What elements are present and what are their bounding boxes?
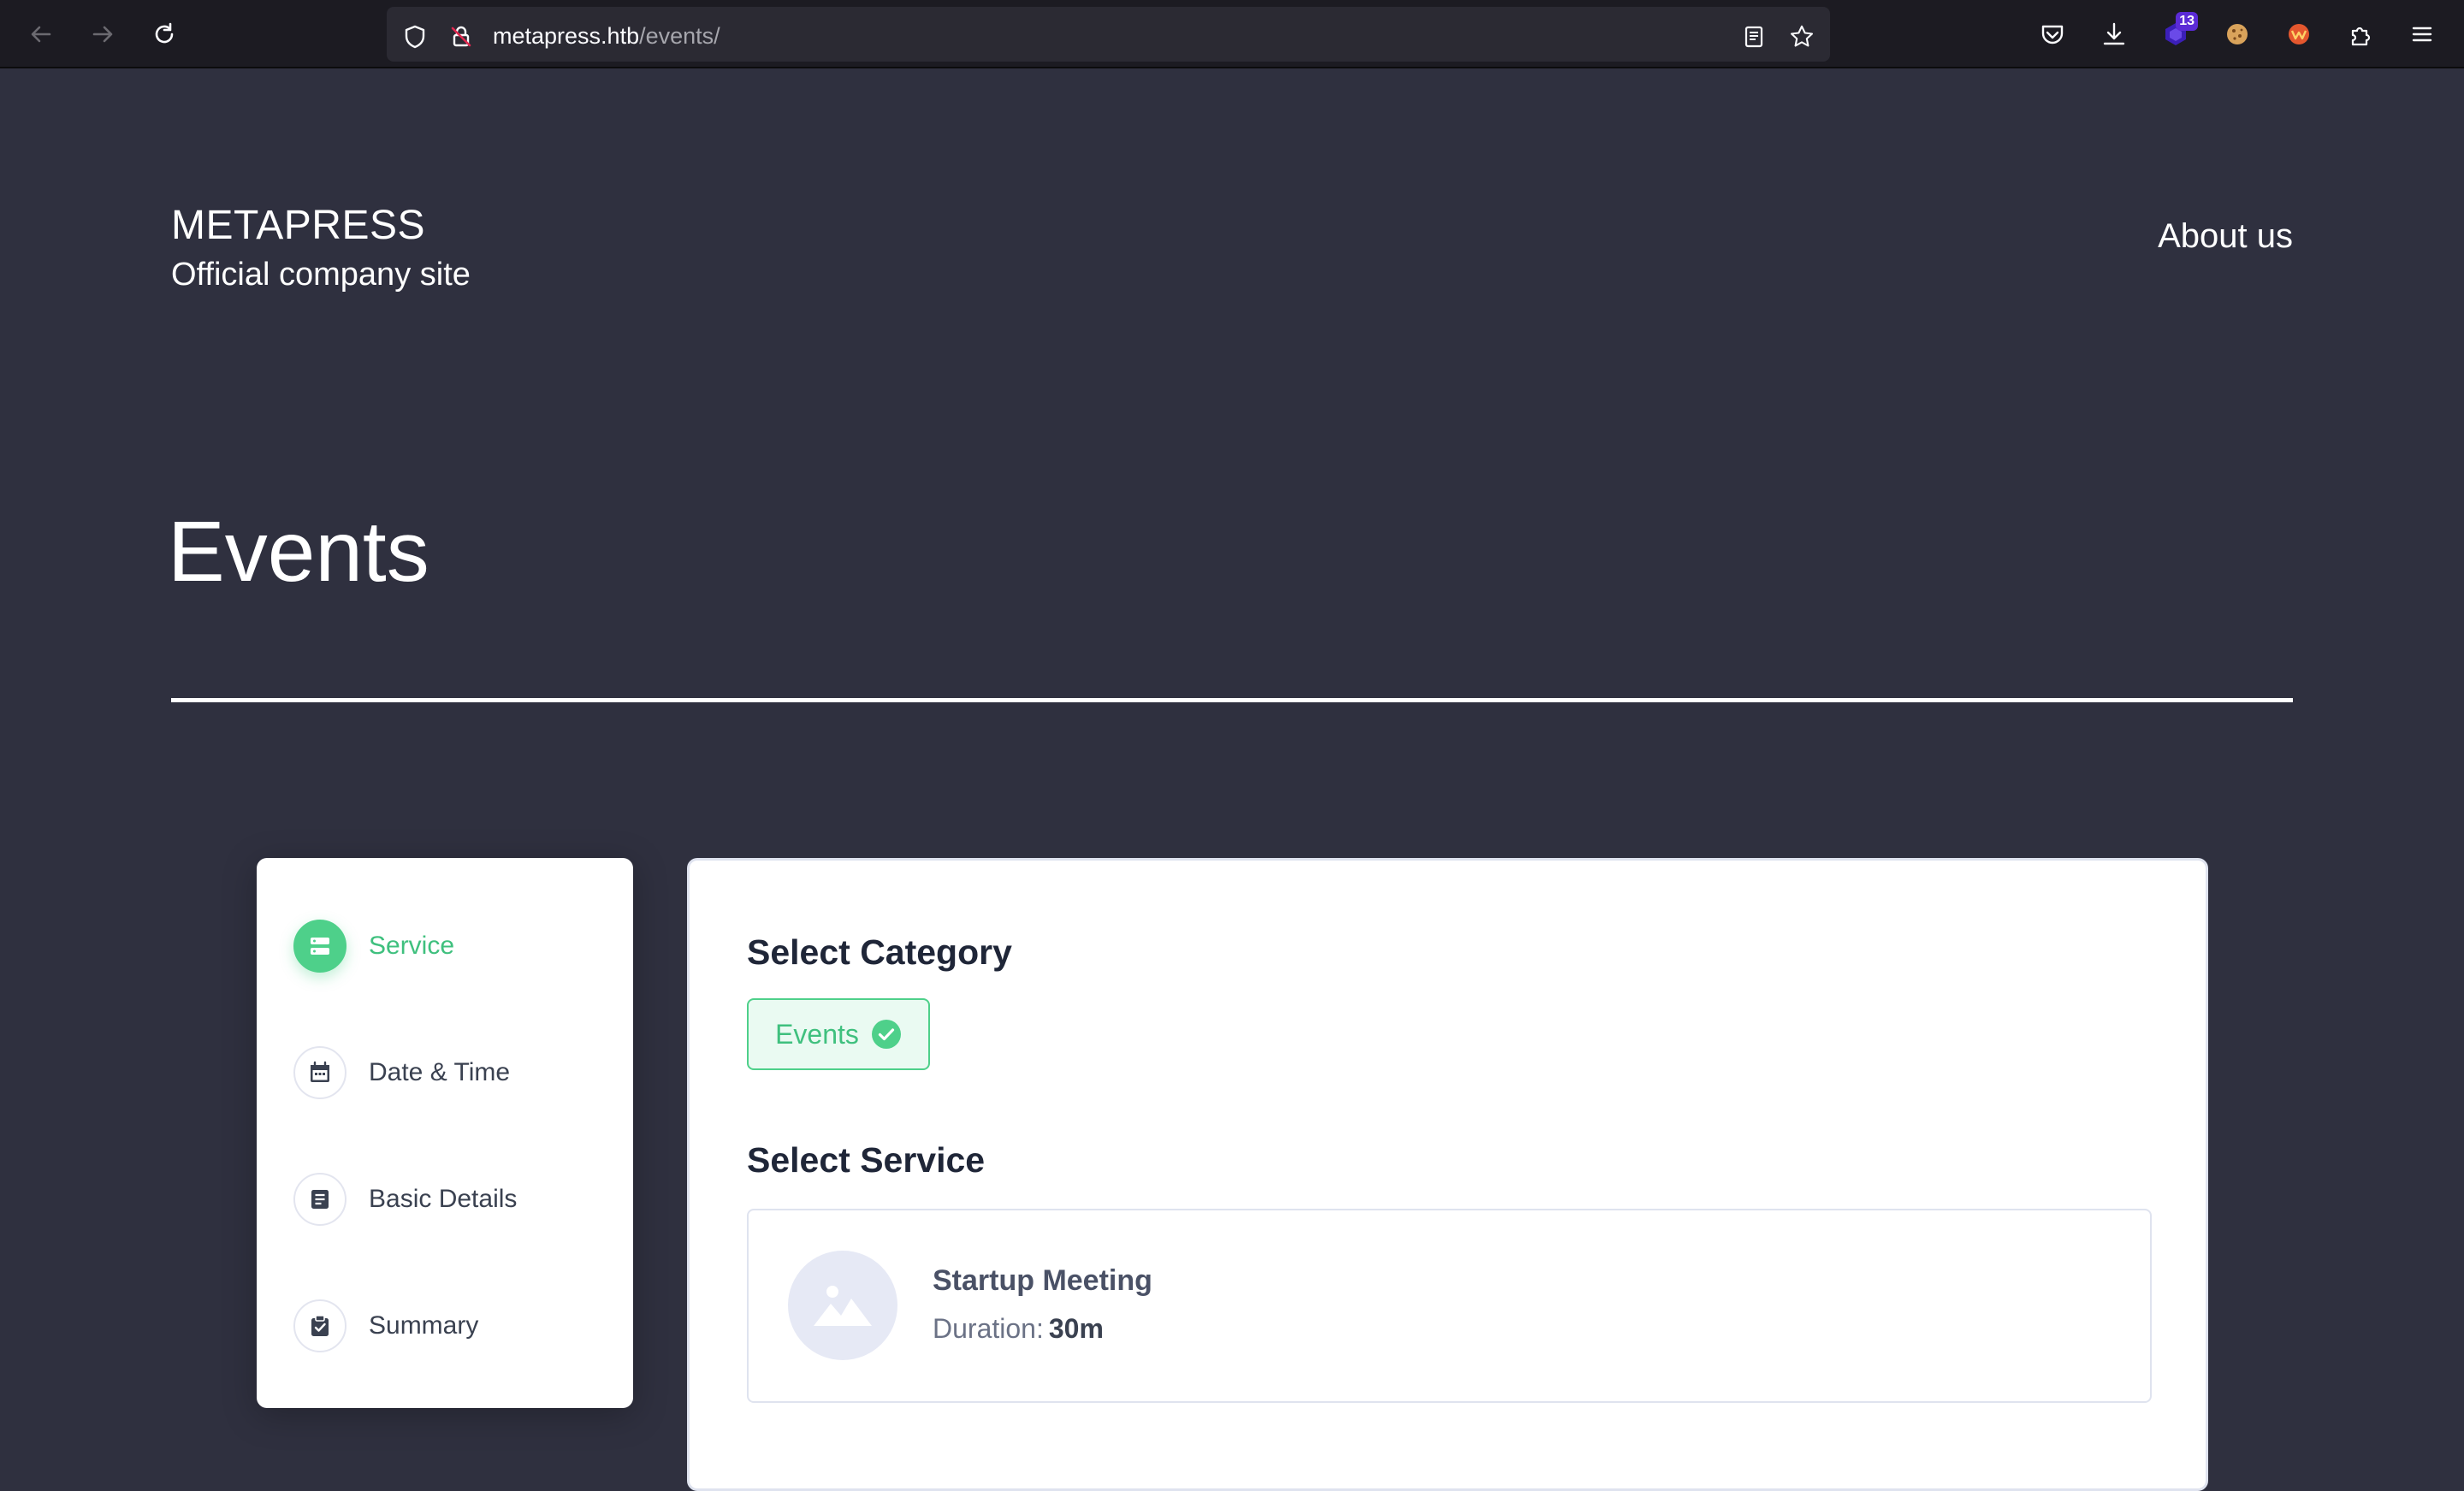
- arrow-right-icon: [92, 26, 113, 43]
- category-chip-events[interactable]: Events: [747, 998, 930, 1070]
- extension-hackbar-icon[interactable]: 13: [2159, 12, 2198, 51]
- pocket-icon[interactable]: [2035, 17, 2070, 51]
- shield-icon[interactable]: [402, 24, 428, 50]
- arrow-left-icon: [31, 26, 51, 43]
- step-label: Service: [369, 932, 455, 960]
- step-label: Date & Time: [369, 1058, 511, 1086]
- check-circle-icon: [871, 1020, 901, 1049]
- heading-divider: [171, 698, 2293, 702]
- category-chip-label: Events: [775, 1018, 859, 1050]
- document-icon: [293, 1173, 346, 1226]
- page-title: Events: [168, 504, 429, 600]
- cookie-icon[interactable]: [2220, 17, 2254, 51]
- back-button[interactable]: [24, 17, 58, 51]
- wappalyzer-icon[interactable]: [2282, 17, 2316, 51]
- reload-button[interactable]: [147, 17, 181, 51]
- url-bar[interactable]: metapress.htb/events/: [387, 7, 1830, 62]
- site-tagline: Official company site: [171, 257, 471, 293]
- hamburger-menu-icon[interactable]: [2405, 17, 2439, 51]
- step-label: Basic Details: [369, 1185, 518, 1213]
- select-service-heading: Select Service: [747, 1140, 986, 1180]
- url-path: /events/: [639, 23, 720, 49]
- browser-toolbar: metapress.htb/events/ 13: [0, 0, 2464, 68]
- duration-label: Duration:: [933, 1313, 1044, 1344]
- url-host: metapress.htb: [493, 23, 640, 49]
- booking-form-card: Select Category Events Select Service St…: [687, 858, 2208, 1491]
- puzzle-icon[interactable]: [2343, 17, 2378, 51]
- service-icon: [293, 920, 346, 973]
- select-category-heading: Select Category: [747, 932, 1012, 972]
- insecure-lock-icon[interactable]: [448, 24, 474, 50]
- step-date-time[interactable]: Date & Time: [293, 1044, 510, 1101]
- url-text[interactable]: metapress.htb/events/: [493, 22, 720, 50]
- duration-value: 30m: [1048, 1313, 1104, 1344]
- step-service[interactable]: Service: [293, 918, 454, 974]
- site-brand-title[interactable]: METAPRESS: [171, 202, 425, 250]
- image-placeholder-icon: [788, 1251, 897, 1360]
- booking-steps-sidebar: Service Date & Time Basic Details Summar…: [257, 858, 633, 1408]
- step-basic-details[interactable]: Basic Details: [293, 1171, 517, 1228]
- extension-badge: 13: [2176, 12, 2198, 31]
- clipboard-check-icon: [293, 1299, 346, 1352]
- forward-button[interactable]: [86, 17, 120, 51]
- calendar-icon: [293, 1046, 346, 1099]
- star-icon[interactable]: [1789, 24, 1815, 50]
- service-duration: Duration: 30m: [933, 1311, 1104, 1346]
- about-us-link[interactable]: About us: [2158, 216, 2293, 257]
- reader-view-icon[interactable]: [1741, 24, 1767, 50]
- step-summary[interactable]: Summary: [293, 1298, 478, 1354]
- download-icon[interactable]: [2097, 17, 2131, 51]
- step-label: Summary: [369, 1311, 479, 1340]
- reload-icon: [155, 22, 174, 44]
- service-option-startup-meeting[interactable]: Startup Meeting Duration: 30m: [747, 1209, 2152, 1403]
- service-name: Startup Meeting: [933, 1264, 1152, 1297]
